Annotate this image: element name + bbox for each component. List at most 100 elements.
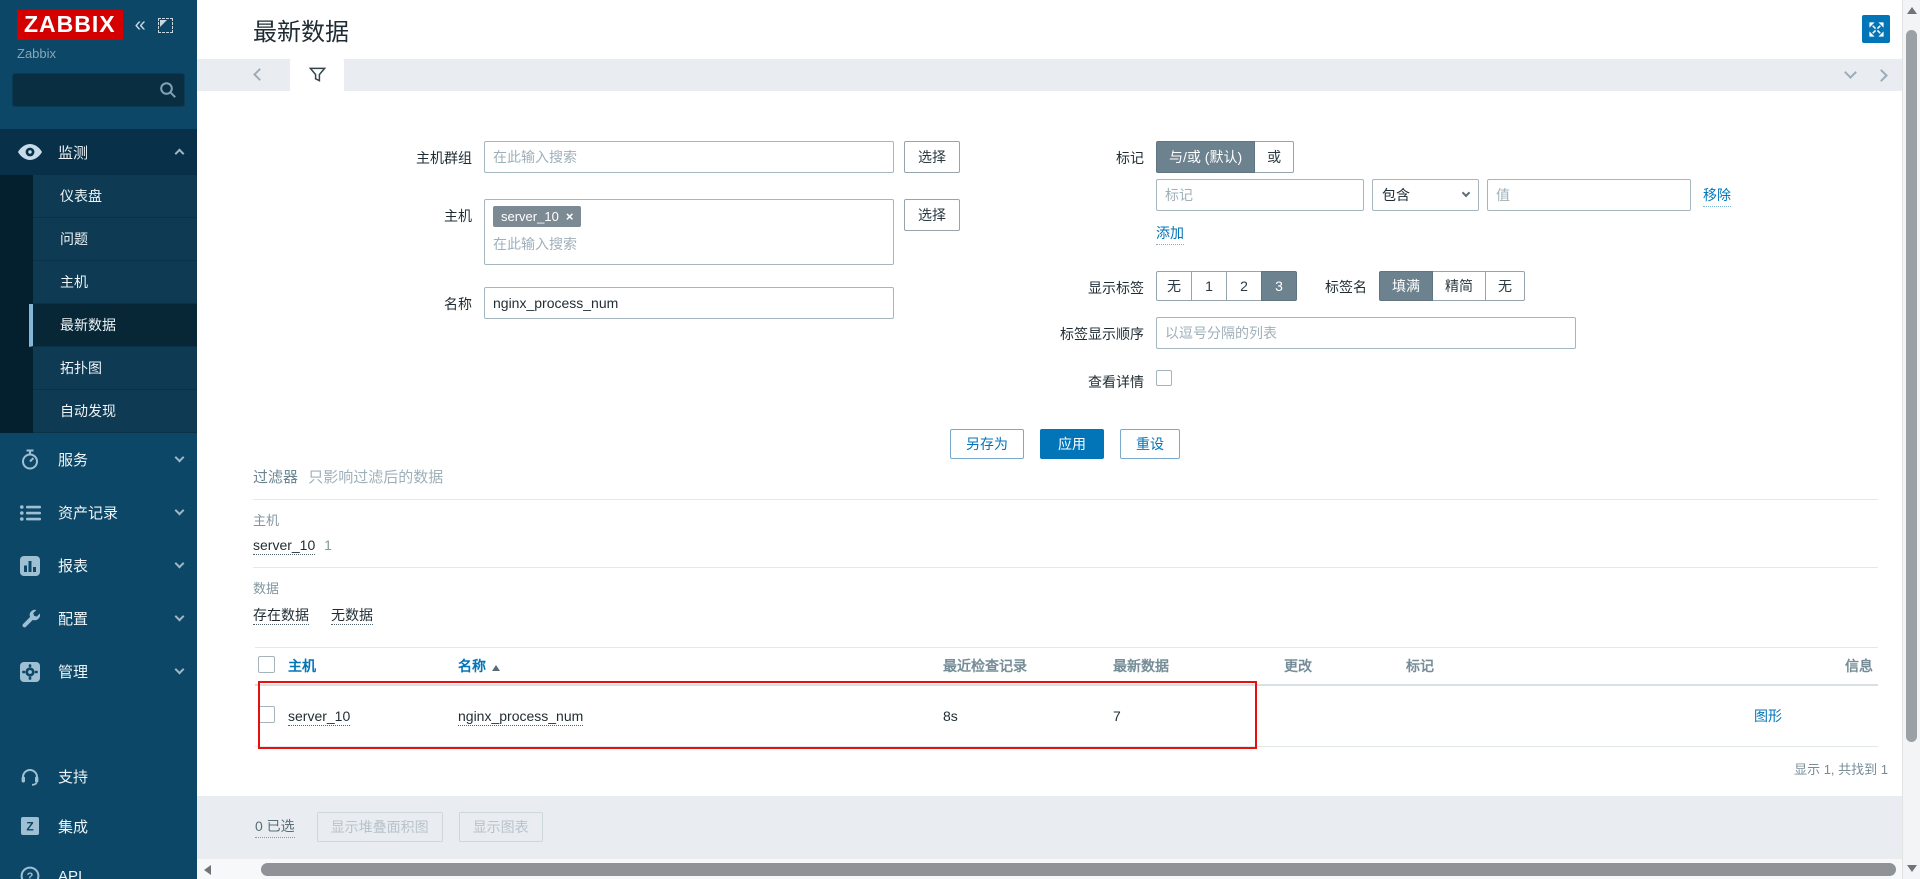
- sidebar-item-api[interactable]: ? API: [0, 851, 197, 879]
- column-host[interactable]: 主机: [285, 648, 455, 685]
- sidebar-item-configuration[interactable]: 配置: [0, 592, 197, 645]
- with-data-link[interactable]: 存在数据: [253, 607, 309, 625]
- horizontal-scrollbar[interactable]: [197, 858, 1902, 879]
- sidebar-item-dashboard[interactable]: 仪表盘: [33, 175, 197, 218]
- apply-button[interactable]: 应用: [1040, 429, 1104, 459]
- hosts-summary-host-link[interactable]: server_10: [253, 537, 315, 555]
- tabs-prev-button[interactable]: [255, 70, 264, 79]
- funnel-icon: [308, 65, 327, 84]
- show-tags-1[interactable]: 1: [1191, 271, 1227, 301]
- scroll-down-arrow-icon[interactable]: [1907, 865, 1917, 872]
- tag-name-full[interactable]: 填满: [1379, 271, 1433, 301]
- wrench-icon: [17, 608, 43, 629]
- tag-value-input[interactable]: [1487, 179, 1691, 211]
- row-graph-link[interactable]: 图形: [1754, 708, 1782, 724]
- monitoring-submenu: 仪表盘 问题 主机 最新数据 拓扑图 自动发现: [0, 175, 197, 433]
- sidebar-item-label: 配置: [58, 608, 88, 629]
- sidebar-item-latest-data[interactable]: 最新数据: [29, 304, 197, 347]
- row-tags: [1403, 685, 1683, 747]
- submenu-label: 拓扑图: [60, 358, 102, 378]
- host-group-select-button[interactable]: 选择: [904, 141, 960, 173]
- sidebar-item-maps[interactable]: 拓扑图: [33, 347, 197, 390]
- sidebar-item-hosts[interactable]: 主机: [33, 261, 197, 304]
- scroll-up-arrow-icon[interactable]: [1907, 7, 1917, 14]
- tags-and-or-option[interactable]: 与/或 (默认): [1156, 141, 1255, 173]
- sidebar-collapse-icon[interactable]: «: [135, 15, 146, 35]
- filter-actions: 另存为 应用 重设: [950, 429, 1180, 459]
- sidebar-hide-icon[interactable]: [158, 18, 173, 33]
- row-item-name-link[interactable]: nginx_process_num: [458, 708, 583, 726]
- data-summary: 数据 存在数据无数据: [253, 568, 1878, 635]
- sidebar-item-monitoring[interactable]: 监测: [0, 129, 197, 175]
- sidebar-item-integrations[interactable]: Z 集成: [0, 801, 197, 851]
- tag-operator-select[interactable]: 包含: [1372, 179, 1479, 211]
- filter-collapse-button[interactable]: [1846, 67, 1855, 83]
- product-name: Zabbix: [0, 46, 197, 61]
- tags-or-option[interactable]: 或: [1254, 141, 1294, 173]
- row-change: [1281, 685, 1403, 747]
- without-data-link[interactable]: 无数据: [331, 607, 373, 625]
- filter-tab[interactable]: [290, 59, 344, 91]
- page-header: 最新数据: [197, 0, 1902, 59]
- column-name[interactable]: 名称: [455, 648, 940, 685]
- column-info: 信息: [1683, 648, 1878, 685]
- svg-text:Z: Z: [26, 820, 33, 834]
- tabs-next-button[interactable]: [1877, 67, 1886, 83]
- tags-operator-toggle: 与/或 (默认) 或: [1156, 141, 1294, 173]
- vertical-scrollbar-thumb[interactable]: [1906, 30, 1917, 742]
- sidebar-item-discovery[interactable]: 自动发现: [33, 390, 197, 433]
- chevron-down-icon: [176, 610, 183, 627]
- tag-add-link[interactable]: 添加: [1156, 223, 1184, 245]
- filter-note-title: 过滤器: [253, 469, 298, 486]
- table-row: server_10 nginx_process_num 8s 7 图形: [255, 685, 1878, 747]
- selection-footer: 0 已选 显示堆叠面积图 显示图表: [197, 796, 1902, 858]
- host-group-input[interactable]: [484, 141, 894, 173]
- result-count: 显示 1, 共找到 1: [197, 747, 1902, 788]
- tag-priority-input[interactable]: [1156, 317, 1576, 349]
- kiosk-mode-button[interactable]: [1862, 15, 1890, 43]
- sidebar-item-administration[interactable]: 管理: [0, 645, 197, 698]
- tag-remove-link[interactable]: 移除: [1703, 185, 1731, 207]
- show-tags-toggle: 无 1 2 3: [1156, 271, 1297, 301]
- host-input-placeholder: 在此输入搜索: [493, 234, 885, 254]
- show-details-checkbox[interactable]: [1156, 370, 1172, 386]
- reset-button[interactable]: 重设: [1120, 429, 1180, 459]
- list-icon: [17, 505, 43, 521]
- select-all-checkbox[interactable]: [258, 656, 275, 673]
- sidebar-item-services[interactable]: 服务: [0, 433, 197, 486]
- chip-remove-icon[interactable]: ×: [566, 210, 574, 223]
- tag-name-input[interactable]: [1156, 179, 1364, 211]
- tag-name-shortened[interactable]: 精简: [1432, 271, 1486, 301]
- submenu-label: 自动发现: [60, 401, 116, 421]
- show-tags-3[interactable]: 3: [1261, 271, 1297, 301]
- filter-note-text: 只影响过滤后的数据: [308, 469, 443, 486]
- vertical-scrollbar[interactable]: [1902, 0, 1920, 879]
- tag-name-none[interactable]: 无: [1485, 271, 1525, 301]
- submenu-label: 仪表盘: [60, 186, 102, 206]
- display-stacked-graph-button[interactable]: 显示堆叠面积图: [317, 812, 443, 842]
- sidebar-item-label: 集成: [58, 816, 88, 837]
- scroll-left-arrow-icon[interactable]: [204, 865, 211, 875]
- sidebar-item-support[interactable]: 支持: [0, 751, 197, 801]
- show-tags-2[interactable]: 2: [1226, 271, 1262, 301]
- row-host-link[interactable]: server_10: [288, 708, 350, 726]
- name-input[interactable]: [484, 287, 894, 319]
- sidebar-item-label: 监测: [58, 142, 88, 163]
- sidebar-item-inventory[interactable]: 资产记录: [0, 486, 197, 539]
- latest-data-table-wrap: 主机 名称 最近检查记录 最新数据 更改 标记 信息 server_10 ngi…: [197, 647, 1902, 747]
- sidebar-item-reports[interactable]: 报表: [0, 539, 197, 592]
- latest-data-table: 主机 名称 最近检查记录 最新数据 更改 标记 信息 server_10 ngi…: [255, 647, 1878, 747]
- host-select-button[interactable]: 选择: [904, 199, 960, 231]
- save-as-button[interactable]: 另存为: [950, 429, 1024, 459]
- tag-name-toggle: 填满 精简 无: [1379, 271, 1525, 301]
- show-tags-none[interactable]: 无: [1156, 271, 1192, 301]
- question-circle-icon: ?: [17, 866, 43, 879]
- host-label: 主机: [380, 199, 484, 226]
- sidebar-item-problems[interactable]: 问题: [33, 218, 197, 261]
- page-title: 最新数据: [253, 12, 349, 47]
- row-checkbox[interactable]: [258, 706, 275, 723]
- display-graph-button[interactable]: 显示图表: [459, 812, 543, 842]
- sidebar-logo-row: ZABBIX «: [0, 0, 197, 46]
- host-multiselect[interactable]: server_10 × 在此输入搜索: [484, 199, 894, 265]
- horizontal-scrollbar-thumb[interactable]: [261, 863, 1896, 876]
